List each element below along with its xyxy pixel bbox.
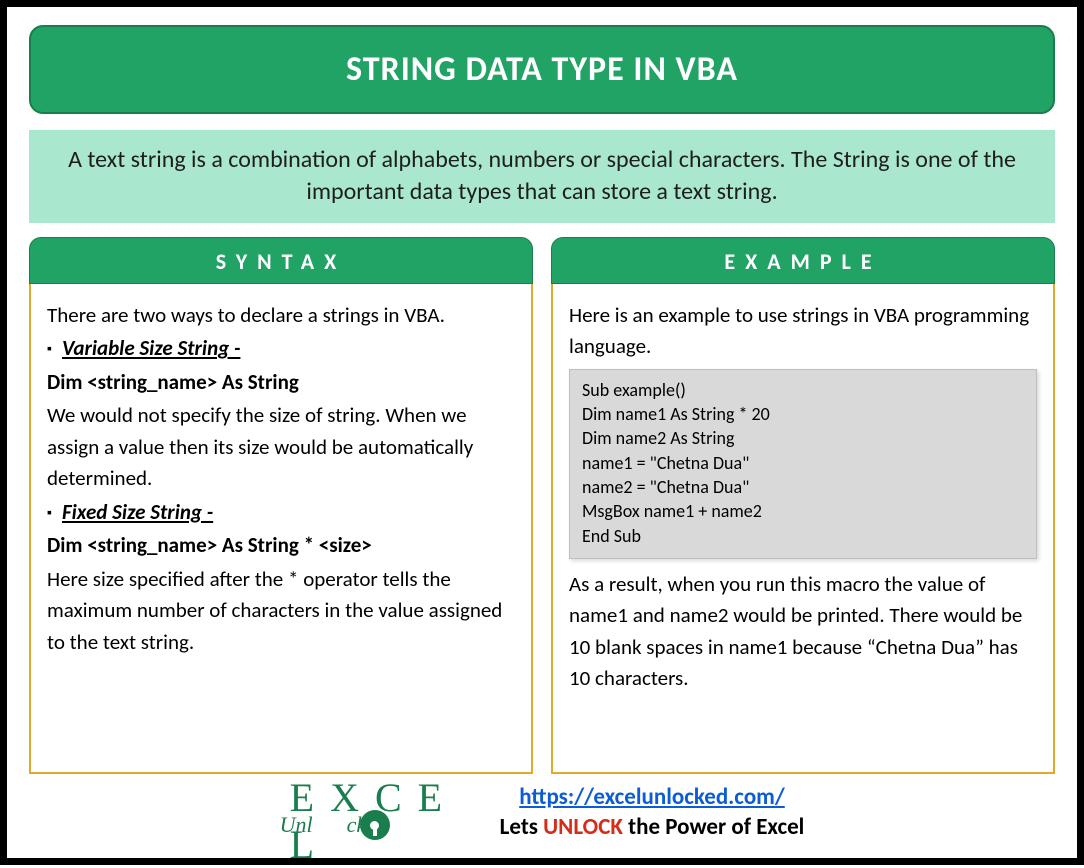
- syntax-bullet-2: ▪ Fixed Size String -: [47, 497, 515, 529]
- syntax-item1-label: Variable Size String -: [62, 333, 240, 365]
- footer-text-block: https://excelunlocked.com/ Lets UNLOCK t…: [500, 783, 805, 843]
- keyhole-icon: [370, 821, 379, 830]
- example-lead: Here is an example to use strings in VBA…: [569, 300, 1037, 363]
- syntax-item2-dim: Dim <string_name> As String * <size>: [47, 530, 515, 562]
- footer: E X C E L Unlcked https://excelunlocked.…: [29, 778, 1055, 848]
- syntax-item2-desc: Here size specified after the * operator…: [47, 564, 515, 659]
- tagline-prefix: Lets: [500, 813, 544, 841]
- lock-icon: [360, 810, 390, 840]
- syntax-item1-desc: We would not specify the size of string.…: [47, 400, 515, 495]
- example-body: Here is an example to use strings in VBA…: [551, 284, 1055, 774]
- syntax-header: SYNTAX: [29, 237, 533, 284]
- document-frame: STRING DATA TYPE IN VBA A text string is…: [0, 0, 1084, 865]
- excel-unlocked-logo: E X C E L Unlcked: [280, 778, 470, 848]
- square-bullet-icon: ▪: [47, 338, 52, 359]
- example-column: EXAMPLE Here is an example to use string…: [551, 237, 1055, 774]
- logo-sub-left: Unl: [280, 812, 313, 837]
- footer-link[interactable]: https://excelunlocked.com/: [519, 783, 785, 811]
- square-bullet-icon: ▪: [47, 502, 52, 523]
- syntax-bullet-1: ▪ Variable Size String -: [47, 333, 515, 365]
- code-block: Sub example() Dim name1 As String * 20 D…: [569, 369, 1037, 559]
- syntax-lead: There are two ways to declare a strings …: [47, 300, 515, 332]
- syntax-item1-dim: Dim <string_name> As String: [47, 367, 515, 399]
- content-columns: SYNTAX There are two ways to declare a s…: [29, 237, 1055, 774]
- syntax-body: There are two ways to declare a strings …: [29, 284, 533, 774]
- page-title: STRING DATA TYPE IN VBA: [29, 25, 1055, 114]
- syntax-item2-label: Fixed Size String -: [62, 497, 213, 529]
- tagline-suffix: the Power of Excel: [623, 813, 804, 841]
- intro-text: A text string is a combination of alphab…: [29, 130, 1055, 223]
- tagline-highlight: UNLOCK: [543, 813, 623, 841]
- syntax-column: SYNTAX There are two ways to declare a s…: [29, 237, 533, 774]
- example-header: EXAMPLE: [551, 237, 1055, 284]
- example-result: As a result, when you run this macro the…: [569, 569, 1037, 695]
